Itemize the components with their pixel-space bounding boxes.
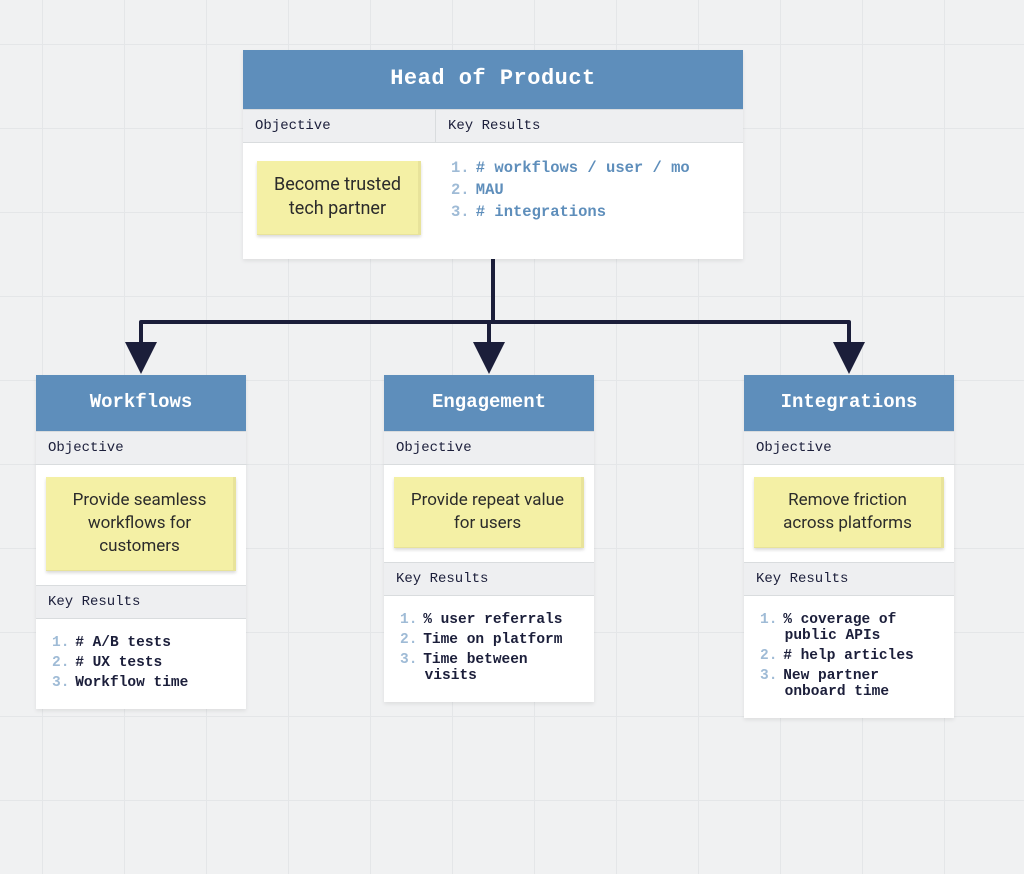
card-title: Engagement xyxy=(384,375,594,431)
key-results-list: 1.% user referrals 2.Time on platform 3.… xyxy=(384,596,594,702)
card-engagement: Engagement Objective Provide repeat valu… xyxy=(384,375,594,702)
section-keyresults-header: Key Results xyxy=(384,562,594,596)
list-item: 1.% user referrals xyxy=(400,612,578,628)
card-workflows: Workflows Objective Provide seamless wor… xyxy=(36,375,246,709)
list-item: 2.# UX tests xyxy=(52,655,230,671)
sticky-note: Remove friction across platforms xyxy=(754,477,944,548)
section-objective-header: Objective xyxy=(36,431,246,465)
list-item: 3.New partner onboard time xyxy=(760,668,938,700)
card-title: Workflows xyxy=(36,375,246,431)
list-item: 2.# help articles xyxy=(760,648,938,664)
sticky-note: Provide repeat value for users xyxy=(394,477,584,548)
key-results-list: 1.# A/B tests 2.# UX tests 3.Workflow ti… xyxy=(36,619,246,709)
key-results-list: 1.# workflows / user / mo 2.MAU 3.# inte… xyxy=(435,143,743,239)
list-item: 1.# workflows / user / mo xyxy=(451,159,727,177)
list-item: 3.Workflow time xyxy=(52,675,230,691)
list-item: 2.Time on platform xyxy=(400,632,578,648)
card-title: Integrations xyxy=(744,375,954,431)
sticky-note: Provide seamless workflows for customers xyxy=(46,477,236,571)
list-item: 1.% coverage of public APIs xyxy=(760,612,938,644)
list-item: 2.MAU xyxy=(451,181,727,199)
section-keyresults-header: Key Results xyxy=(744,562,954,596)
section-keyresults-header: Key Results xyxy=(36,585,246,619)
section-objective-header: Objective xyxy=(384,431,594,465)
list-item: 3.Time between visits xyxy=(400,652,578,684)
list-item: 3.# integrations xyxy=(451,203,727,221)
section-objective-header: Objective xyxy=(243,109,435,143)
key-results-list: 1.% coverage of public APIs 2.# help art… xyxy=(744,596,954,718)
sticky-note: Become trusted tech partner xyxy=(257,161,421,235)
card-head-of-product: Head of Product Objective Become trusted… xyxy=(243,50,743,259)
section-objective-header: Objective xyxy=(744,431,954,465)
section-keyresults-header: Key Results xyxy=(435,109,743,143)
card-integrations: Integrations Objective Remove friction a… xyxy=(744,375,954,718)
card-title: Head of Product xyxy=(243,50,743,109)
list-item: 1.# A/B tests xyxy=(52,635,230,651)
